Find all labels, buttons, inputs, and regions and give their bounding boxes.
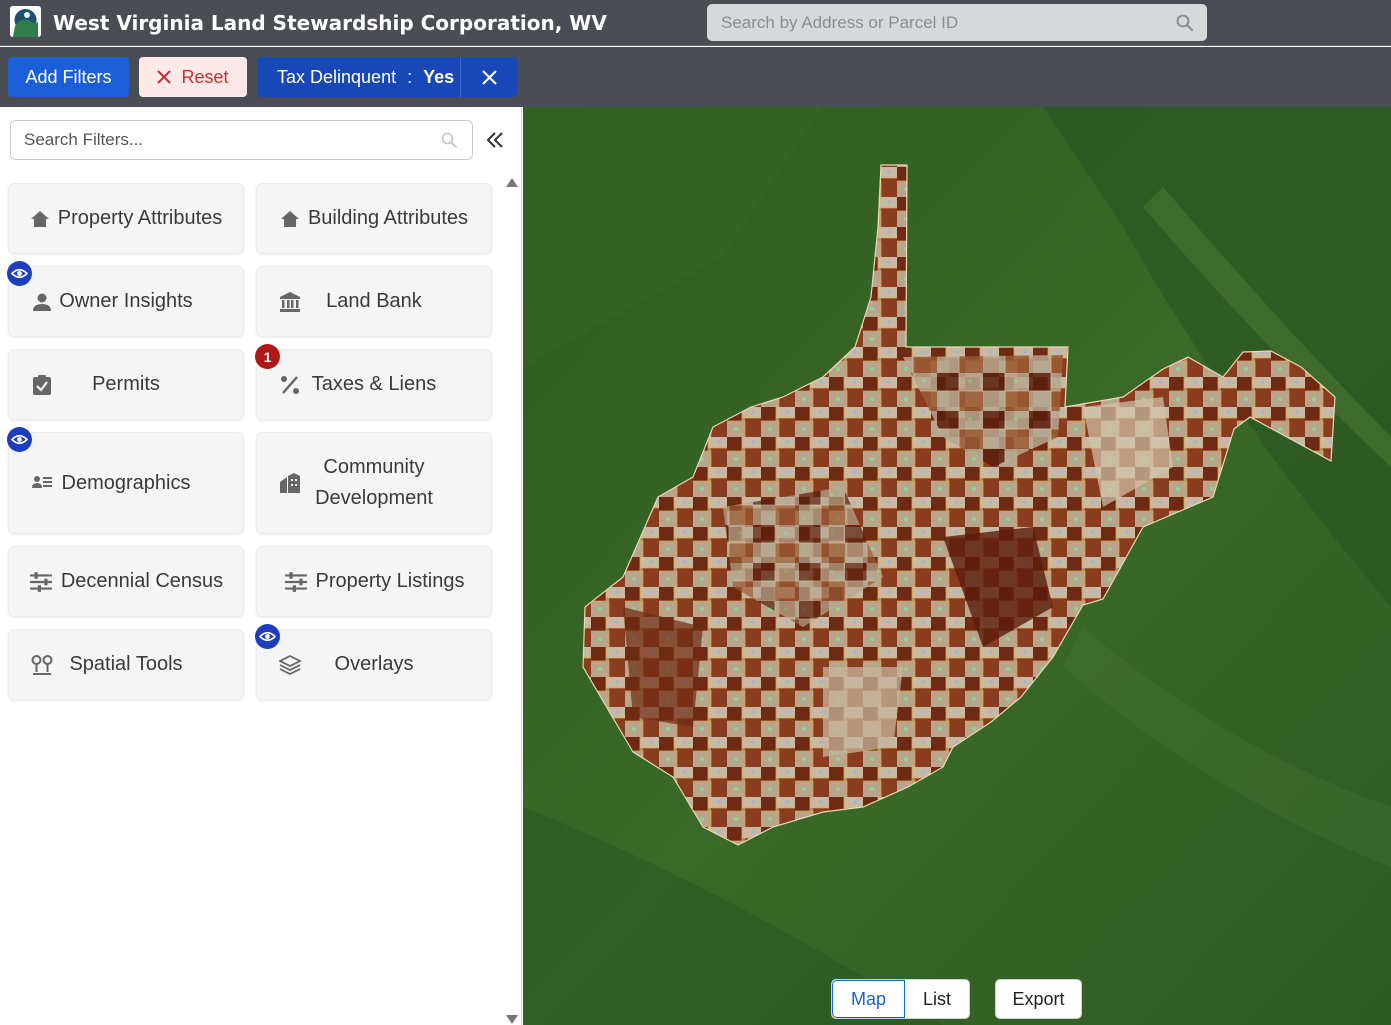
- top-header: West Virginia Land Stewardship Corporati…: [0, 0, 1391, 46]
- taxes-liens-count-badge: 1: [255, 344, 280, 369]
- sliders-icon: [29, 571, 52, 592]
- close-icon: [157, 70, 172, 84]
- map-pins-icon: [31, 654, 53, 675]
- filter-toolbar: Add Filters Reset Tax Delinquent : Yes: [0, 47, 1391, 107]
- search-icon[interactable]: [1175, 13, 1195, 33]
- category-label: Decennial Census: [60, 570, 224, 592]
- category-community-development[interactable]: Community Development: [256, 432, 492, 534]
- category-label: Property Attributes: [57, 207, 223, 229]
- add-filters-button[interactable]: Add Filters: [8, 57, 129, 97]
- filter-search-input[interactable]: [11, 121, 431, 159]
- people-list-icon: [32, 476, 52, 488]
- category-spatial-tools[interactable]: Spatial Tools: [8, 629, 244, 700]
- visible-indicator-owner-insights[interactable]: [7, 261, 32, 286]
- category-label: Property Listings: [315, 570, 465, 592]
- category-demographics[interactable]: Demographics: [8, 432, 244, 534]
- sliders-icon: [284, 571, 307, 592]
- chip-separator: :: [407, 66, 413, 87]
- app-title: West Virginia Land Stewardship Corporati…: [53, 11, 607, 35]
- eye-icon: [259, 631, 276, 642]
- category-land-bank[interactable]: Land Bank: [256, 266, 492, 337]
- category-taxes-liens[interactable]: Taxes & Liens: [256, 349, 492, 420]
- percent-icon: [281, 375, 299, 394]
- active-filter-chip[interactable]: Tax Delinquent : Yes: [257, 57, 517, 97]
- filter-panel: Property Attributes Building Attributes …: [0, 107, 522, 1025]
- export-button[interactable]: Export: [995, 979, 1082, 1019]
- category-label: Owner Insights: [59, 290, 193, 312]
- address-search[interactable]: [707, 4, 1207, 41]
- scroll-down-arrow[interactable]: [506, 1015, 518, 1024]
- bank-icon: [280, 291, 300, 312]
- filter-search[interactable]: [10, 120, 473, 160]
- category-building-attributes[interactable]: Building Attributes: [256, 183, 492, 254]
- person-icon: [33, 293, 51, 311]
- reset-button[interactable]: Reset: [139, 57, 247, 97]
- buildings-icon: [280, 473, 300, 493]
- close-icon: [481, 69, 497, 85]
- category-owner-insights[interactable]: Owner Insights: [8, 266, 244, 337]
- eye-icon: [11, 434, 28, 445]
- category-overlays[interactable]: Overlays: [256, 629, 492, 700]
- category-label: Taxes & Liens: [311, 373, 437, 395]
- eye-icon: [11, 268, 28, 279]
- category-permits[interactable]: Permits: [8, 349, 244, 420]
- chip-filter-name: Tax Delinquent: [277, 66, 397, 87]
- collapse-panel-icon[interactable]: [484, 129, 506, 151]
- chip-filter-value: Yes: [423, 66, 455, 87]
- address-search-input[interactable]: [707, 4, 1167, 41]
- list-view-button[interactable]: List: [905, 980, 970, 1018]
- app-logo[interactable]: [10, 6, 41, 37]
- visible-indicator-overlays[interactable]: [255, 624, 280, 649]
- category-label: Spatial Tools: [69, 653, 183, 675]
- category-label: Building Attributes: [307, 207, 469, 229]
- category-label: Community Development: [315, 456, 433, 509]
- layers-icon: [279, 654, 301, 675]
- satellite-map[interactable]: [523, 107, 1391, 1025]
- chip-label[interactable]: Tax Delinquent : Yes: [257, 67, 460, 88]
- category-label: Overlays: [334, 653, 414, 675]
- category-property-listings[interactable]: Property Listings: [256, 546, 492, 617]
- category-decennial-census[interactable]: Decennial Census: [8, 546, 244, 617]
- category-label: Land Bank: [326, 290, 422, 312]
- remove-filter-button[interactable]: [461, 57, 517, 97]
- map-view-button[interactable]: Map: [832, 980, 906, 1018]
- visible-indicator-demographics[interactable]: [7, 427, 32, 452]
- home-icon: [30, 210, 49, 227]
- scroll-up-arrow[interactable]: [506, 178, 518, 187]
- home-icon: [280, 210, 299, 227]
- search-icon: [441, 132, 457, 148]
- category-property-attributes[interactable]: Property Attributes: [8, 183, 244, 254]
- category-label: Demographics: [61, 471, 191, 494]
- view-toggle[interactable]: Map List: [831, 979, 971, 1019]
- map-view[interactable]: Map List Export: [523, 107, 1391, 1025]
- reset-label: Reset: [181, 66, 229, 87]
- clipboard-check-icon: [33, 374, 51, 395]
- category-label: Permits: [92, 373, 160, 395]
